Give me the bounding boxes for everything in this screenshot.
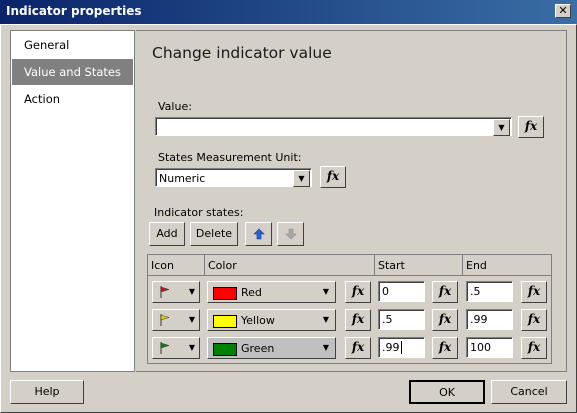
color-picker[interactable]: Green ▼ [207,337,336,359]
color-name: Yellow [241,314,275,327]
column-header-icon: Icon [148,255,205,276]
function-icon: fx [527,284,541,298]
sidebar-item-general[interactable]: General [12,32,133,58]
value-expression-button[interactable]: fx [518,116,544,138]
color-expression-button[interactable]: fx [345,281,371,303]
arrow-down-icon [284,228,297,240]
end-expression-button[interactable]: fx [521,281,547,303]
function-icon: fx [524,119,538,133]
color-picker[interactable]: Yellow ▼ [207,309,336,331]
chevron-down-icon: ▼ [322,287,329,296]
unit-combobox[interactable]: Numeric ▼ [155,168,312,187]
icon-picker[interactable]: ▼ [152,281,200,303]
column-header-color: Color [205,255,375,276]
delete-button[interactable]: Delete [190,222,238,246]
help-button[interactable]: Help [10,380,84,404]
window-title: Indicator properties [6,4,142,18]
column-header-start: Start [375,255,463,276]
function-icon: fx [527,312,541,326]
flag-fill [160,286,170,293]
flag-icon [160,314,170,326]
chevron-down-icon: ▼ [188,287,195,296]
table-row: ▼ Red ▼ fx 0 fx .5 fx [148,278,551,306]
color-expression-button[interactable]: fx [345,337,371,359]
unit-label: States Measurement Unit: [158,151,302,164]
chevron-down-icon[interactable]: ▼ [493,119,510,136]
move-down-button[interactable] [277,222,304,246]
cancel-button[interactable]: Cancel [491,380,567,404]
color-expression-button[interactable]: fx [345,309,371,331]
function-icon: fx [351,340,365,354]
table-row: ▼ Yellow ▼ fx .5 fx .99 fx [148,306,551,334]
start-expression-button[interactable]: fx [432,281,458,303]
color-name: Red [241,286,262,299]
function-icon: fx [438,312,452,326]
flag-icon [160,286,170,298]
start-input[interactable]: .5 [378,309,425,330]
sidebar-item-action[interactable]: Action [12,86,133,112]
function-icon: fx [351,312,365,326]
chevron-down-icon: ▼ [322,315,329,324]
sidebar-item-value-and-states[interactable]: Value and States [12,59,133,85]
chevron-down-icon: ▼ [188,315,195,324]
unit-value: Numeric [159,172,206,185]
states-label: Indicator states: [154,206,244,219]
end-input[interactable]: .5 [466,281,513,302]
icon-picker[interactable]: ▼ [152,337,200,359]
color-picker[interactable]: Red ▼ [207,281,336,303]
end-expression-button[interactable]: fx [521,309,547,331]
function-icon: fx [438,340,452,354]
chevron-down-icon: ▼ [188,343,195,352]
arrow-up-icon [252,228,265,240]
color-name: Green [241,342,275,355]
column-header-end: End [463,255,551,276]
ok-button[interactable]: OK [409,380,485,404]
flag-icon [160,342,170,354]
function-icon: fx [527,340,541,354]
color-swatch [213,343,237,356]
indicator-states-grid: Icon Color Start End ▼ Red ▼ fx 0 fx .5 … [147,254,552,364]
flag-fill [160,342,170,349]
value-label: Value: [158,100,192,113]
end-input[interactable]: 100 [466,337,513,358]
start-expression-button[interactable]: fx [432,309,458,331]
chevron-down-icon: ▼ [322,343,329,352]
function-icon: fx [326,169,340,183]
flag-fill [160,314,170,321]
move-up-button[interactable] [245,222,272,246]
close-icon: ✕ [558,4,568,17]
color-swatch [213,315,237,328]
start-input[interactable]: 0 [378,281,425,302]
function-icon: fx [351,284,365,298]
sidebar: General Value and States Action [10,30,135,372]
icon-picker[interactable]: ▼ [152,309,200,331]
add-button[interactable]: Add [149,222,185,246]
start-input[interactable]: .99 [378,337,425,358]
start-expression-button[interactable]: fx [432,337,458,359]
unit-expression-button[interactable]: fx [320,166,346,188]
function-icon: fx [438,284,452,298]
start-input-text: .99 [382,341,400,354]
color-swatch [213,287,237,300]
end-expression-button[interactable]: fx [521,337,547,359]
page-title: Change indicator value [152,44,332,62]
table-row: ▼ Green ▼ fx .99 fx 100 fx [148,334,551,362]
value-combobox[interactable]: ▼ [155,117,512,136]
end-input[interactable]: .99 [466,309,513,330]
chevron-down-icon[interactable]: ▼ [293,170,310,187]
close-button[interactable]: ✕ [555,4,571,18]
